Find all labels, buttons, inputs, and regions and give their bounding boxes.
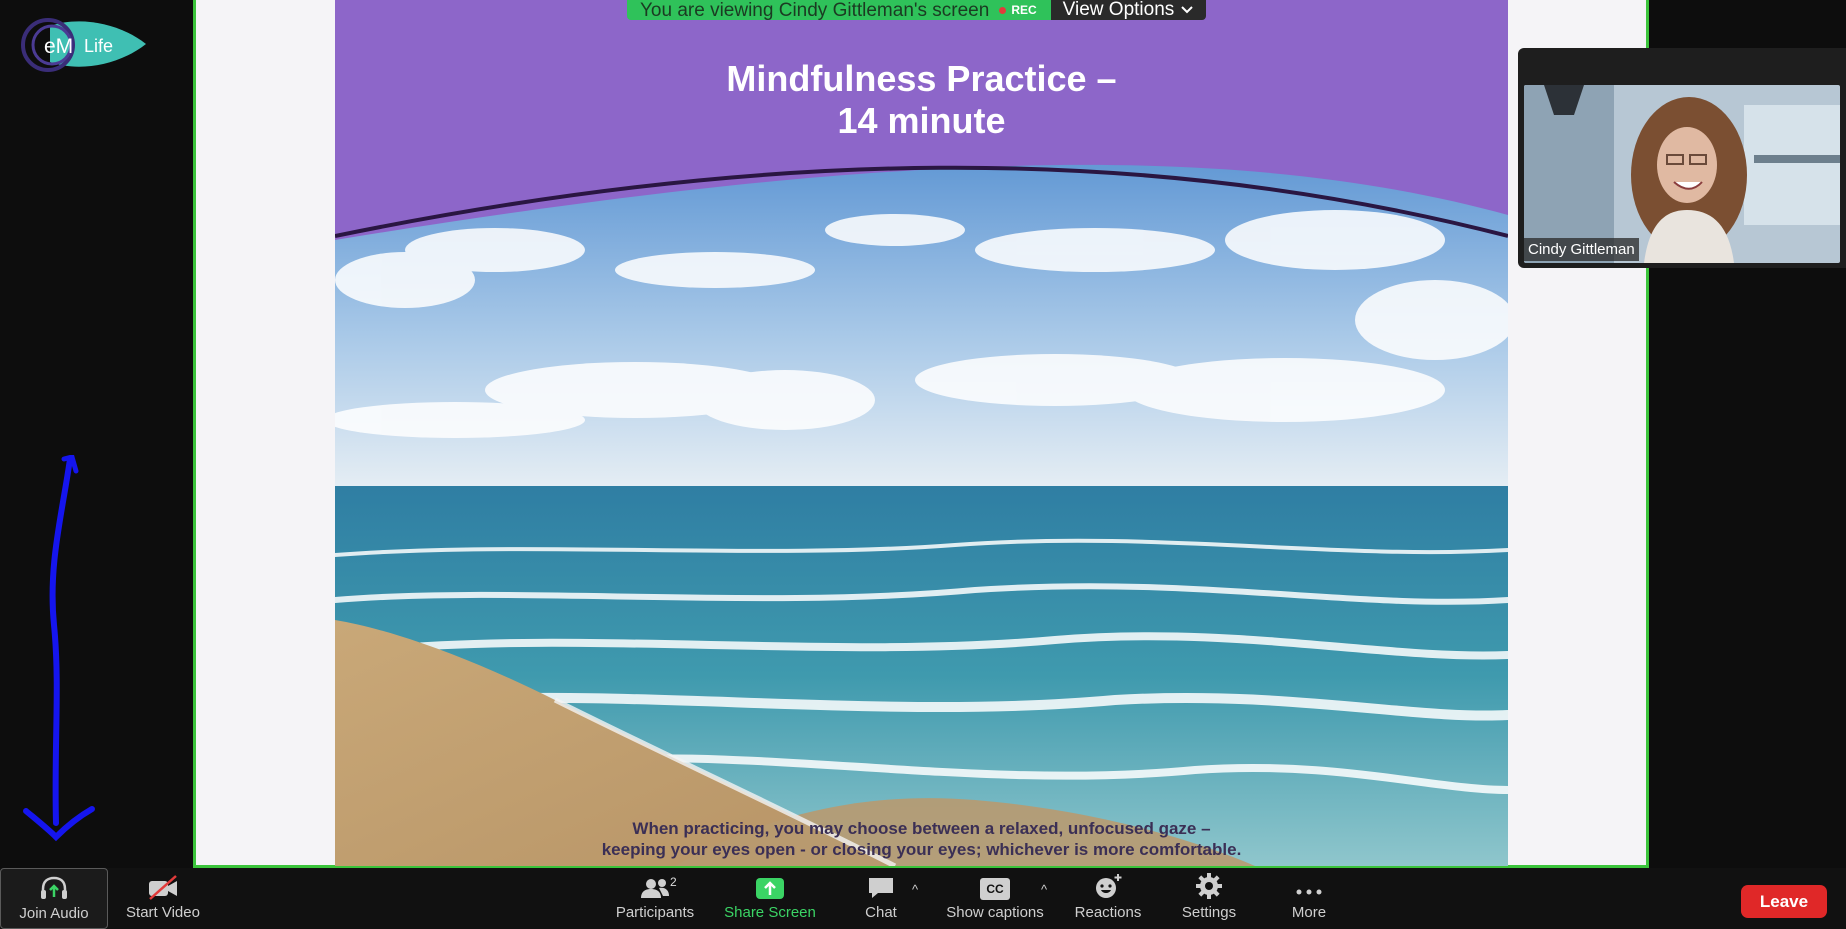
captions-icon-text: CC	[986, 882, 1004, 896]
chat-button[interactable]: Chat	[861, 868, 901, 929]
rec-label: REC	[1011, 2, 1037, 17]
join-audio-button[interactable]: Join Audio	[0, 868, 108, 929]
participants-count: 2	[670, 875, 677, 889]
start-video-button[interactable]: Start Video	[118, 868, 208, 929]
rec-dot-icon	[999, 6, 1007, 14]
slide-title-line2: 14 minute	[837, 100, 1006, 141]
reactions-button[interactable]: Reactions	[1068, 868, 1148, 929]
more-label: More	[1291, 904, 1327, 921]
viewing-banner-text: You are viewing Cindy Gittleman's screen…	[627, 0, 1051, 20]
settings-button[interactable]: Settings	[1176, 868, 1242, 929]
svg-text:eM: eM	[44, 35, 73, 58]
reactions-icon	[1096, 874, 1122, 898]
captions-icon: CC	[980, 878, 1010, 900]
viewing-text: You are viewing Cindy Gittleman's screen	[640, 0, 990, 21]
chat-options-caret-icon[interactable]: ^	[912, 882, 918, 897]
gear-icon	[1196, 873, 1222, 899]
chat-icon	[869, 878, 893, 898]
show-captions-button[interactable]: CC Show captions	[943, 868, 1047, 929]
viewing-banner: You are viewing Cindy Gittleman's screen…	[627, 0, 1207, 20]
participants-button[interactable]: Participants 2	[610, 868, 700, 929]
more-dots-icon	[1296, 889, 1322, 895]
share-screen-icon	[756, 878, 784, 899]
more-button[interactable]: More	[1288, 868, 1330, 929]
join-audio-label: Join Audio	[19, 905, 89, 922]
chevron-down-icon	[1181, 6, 1193, 14]
share-screen-label: Share Screen	[724, 904, 816, 921]
participant-video-tile[interactable]: Cindy Gittleman	[1518, 48, 1846, 268]
meeting-window: eM Life Mindfulness Practice – 14 minute…	[0, 0, 1846, 929]
captions-options-caret-icon[interactable]: ^	[1041, 882, 1047, 897]
slide-caption-line2: keeping your eyes open - or closing your…	[601, 840, 1242, 859]
slide-title-line1: Mindfulness Practice –	[726, 58, 1117, 99]
svg-text:Life: Life	[84, 36, 113, 56]
slide-title: Mindfulness Practice – 14 minute	[335, 58, 1508, 142]
reactions-label: Reactions	[1074, 904, 1142, 921]
video-off-icon	[149, 875, 177, 900]
headphones-icon	[41, 876, 67, 899]
chat-label: Chat	[865, 904, 897, 921]
start-video-label: Start Video	[126, 904, 200, 921]
slide-caption: When practicing, you may choose between …	[335, 818, 1508, 860]
presentation-slide: Mindfulness Practice – 14 minute When pr…	[335, 0, 1508, 866]
annotation-arrow	[20, 453, 100, 855]
settings-label: Settings	[1181, 904, 1237, 921]
leave-button[interactable]: Leave	[1741, 885, 1827, 918]
share-screen-button[interactable]: Share Screen	[722, 868, 818, 929]
participants-label: Participants	[615, 904, 695, 921]
meeting-toolbar: Join Audio Start Video Participants 2 Sh…	[0, 868, 1846, 929]
show-captions-label: Show captions	[946, 904, 1044, 921]
em-life-logo: eM Life	[18, 14, 148, 76]
view-options-button[interactable]: View Options	[1050, 0, 1207, 20]
participant-video	[1524, 85, 1840, 263]
participant-name-tag: Cindy Gittleman	[1524, 238, 1639, 261]
participants-icon	[641, 879, 669, 898]
rec-indicator: REC	[999, 2, 1037, 19]
view-options-label: View Options	[1062, 0, 1175, 20]
slide-caption-line1: When practicing, you may choose between …	[632, 819, 1211, 838]
